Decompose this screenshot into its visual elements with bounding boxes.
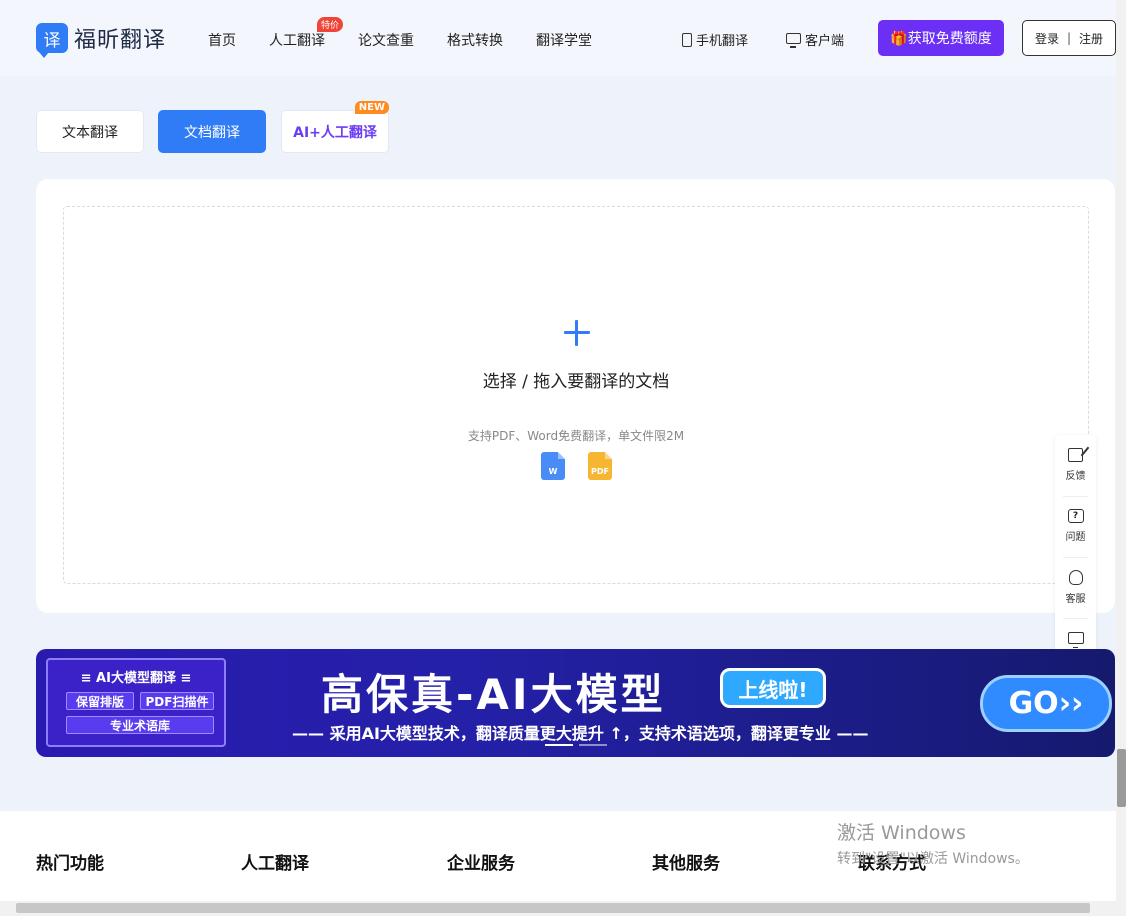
edit-icon (1068, 448, 1083, 462)
feature-chip: 专业术语库 (66, 716, 214, 734)
faq-button[interactable]: ? 问题 (1055, 496, 1096, 556)
footer-col-human-translation: 人工翻译 (241, 854, 309, 874)
special-price-badge: 特价 (317, 17, 344, 32)
upload-card: 选择 / 拖入要翻译的文档 支持PDF、Word免费翻译，单文件限2M W PD… (36, 179, 1115, 613)
top-header: 译 福昕翻译 首页 人工翻译 特价 论文查重 格式转换 翻译学堂 手机翻译 客户… (0, 0, 1126, 76)
customer-service-label: 客服 (1065, 593, 1086, 605)
logo[interactable]: 译 福昕翻译 (36, 22, 167, 58)
separator: | (1066, 31, 1072, 45)
logo-icon: 译 (36, 23, 68, 58)
go-button[interactable]: GO›› (980, 675, 1112, 732)
feedback-button[interactable]: 反馈 (1055, 435, 1096, 495)
phone-icon (682, 32, 692, 47)
footer-col-other: 其他服务 (652, 854, 720, 874)
footer-col-enterprise: 企业服务 (447, 854, 515, 874)
carousel-dot[interactable] (579, 744, 607, 746)
register-link[interactable]: 注册 (1079, 30, 1103, 47)
banner-headline: 高保真-AI大模型 (321, 670, 666, 719)
word-file-icon: W (541, 452, 565, 480)
promo-banner[interactable]: ≡ AI大模型翻译 ≡ 保留排版 PDF扫描件 专业术语库 高保真-AI大模型 … (36, 649, 1115, 757)
mobile-translate-label: 手机翻译 (696, 34, 749, 49)
nav-item-format-convert[interactable]: 格式转换 (447, 30, 503, 50)
nav-item-translation-academy[interactable]: 翻译学堂 (536, 30, 592, 50)
footer-col-popular: 热门功能 (36, 854, 104, 874)
feature-chip: 保留排版 (66, 692, 134, 710)
mobile-translate-link[interactable]: 手机翻译 (682, 30, 748, 49)
footer-col-contact: 联系方式 (858, 854, 926, 874)
feedback-label: 反馈 (1065, 471, 1086, 482)
banner-subline: —— 采用AI大模型技术，翻译质量更大提升 ↑，支持术语选项，翻译更专业 —— (292, 724, 869, 743)
nav-item-label: 人工翻译 (269, 33, 325, 49)
login-register-button[interactable]: 登录 | 注册 (1022, 20, 1116, 56)
feature-box-title: ≡ AI大模型翻译 ≡ (80, 671, 192, 686)
client-label: 客户端 (805, 34, 845, 49)
nav-item-plagiarism-check[interactable]: 论文查重 (358, 30, 414, 50)
footer: 热门功能 人工翻译 企业服务 其他服务 联系方式 (0, 811, 1126, 901)
monitor-icon (786, 32, 801, 48)
nav-item-human-translation[interactable]: 人工翻译 特价 (269, 17, 344, 50)
feature-chip: PDF扫描件 (140, 692, 214, 710)
faq-label: 问题 (1065, 532, 1086, 543)
tab-ai-human-translation[interactable]: AI+人工翻译 NEW (281, 101, 389, 153)
launch-tag: 上线啦! (720, 668, 826, 708)
nav-item-home[interactable]: 首页 (208, 30, 236, 50)
side-toolbar: 反馈 ? 问题 客服 下载 (1055, 435, 1096, 679)
monitor-icon (1067, 632, 1084, 648)
new-badge: NEW (354, 101, 389, 114)
main-nav: 首页 人工翻译 特价 论文查重 格式转换 翻译学堂 (208, 17, 625, 50)
tab-text-translation[interactable]: 文本翻译 (36, 110, 144, 153)
get-free-quota-button[interactable]: 🎁获取免费额度 (878, 20, 1004, 56)
carousel-dot-active[interactable] (545, 744, 573, 746)
tab-document-translation[interactable]: 文档翻译 (158, 110, 266, 153)
pdf-file-icon: PDF (588, 452, 612, 480)
plus-icon[interactable] (564, 320, 590, 346)
dropzone-title[interactable]: 选择 / 拖入要翻译的文档 (64, 367, 1088, 392)
customer-service-icon (1068, 569, 1083, 585)
login-link[interactable]: 登录 (1035, 30, 1059, 47)
feature-box: ≡ AI大模型翻译 ≡ 保留排版 PDF扫描件 专业术语库 (46, 658, 226, 747)
question-icon: ? (1067, 509, 1084, 523)
logo-text: 福昕翻译 (74, 28, 167, 53)
file-dropzone[interactable]: 选择 / 拖入要翻译的文档 支持PDF、Word免费翻译，单文件限2M W PD… (63, 206, 1089, 584)
horizontal-scrollbar-thumb[interactable] (16, 903, 1090, 913)
vertical-scrollbar-thumb[interactable] (1117, 749, 1126, 807)
dropzone-hint: 支持PDF、Word免费翻译，单文件限2M (467, 429, 685, 443)
client-link[interactable]: 客户端 (786, 30, 844, 49)
tab-label: AI+人工翻译 (293, 124, 377, 141)
customer-service-button[interactable]: 客服 (1055, 557, 1096, 617)
